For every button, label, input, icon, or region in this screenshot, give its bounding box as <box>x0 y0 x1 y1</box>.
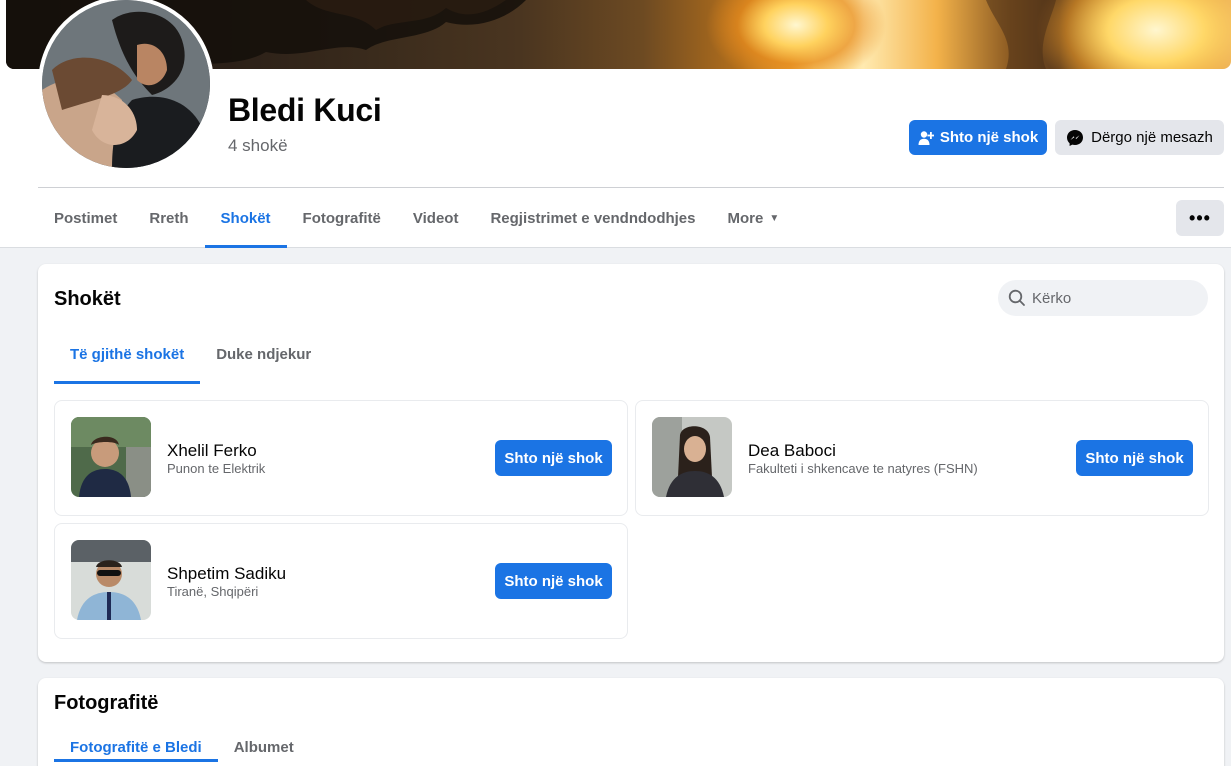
send-message-label: Dërgo një mesazh <box>1091 129 1213 146</box>
friend-tile: Shpetim Sadiku Tiranë, Shqipëri Shto një… <box>54 523 628 639</box>
add-friend-label: Shto një shok <box>939 129 1039 146</box>
profile-avatar[interactable] <box>38 0 214 172</box>
friend-name[interactable]: Dea Baboci <box>748 441 836 461</box>
friend-add-button[interactable]: Shto një shok <box>495 440 612 476</box>
friend-avatar[interactable] <box>652 417 732 497</box>
friend-subtitle: Punon te Elektrik <box>167 461 266 476</box>
more-dots-icon: ••• <box>1189 207 1211 228</box>
search-input[interactable] <box>1032 289 1192 307</box>
tab-regjistrimet[interactable]: Regjistrimet e vendndodhjes <box>474 188 711 248</box>
tab-postimet[interactable]: Postimet <box>38 188 133 248</box>
photos-subtabs: Fotografitë e Bledi Albumet <box>54 732 310 762</box>
subtab-albums[interactable]: Albumet <box>218 732 310 762</box>
friend-count[interactable]: 4 shokë <box>228 136 288 156</box>
friend-name[interactable]: Xhelil Ferko <box>167 441 257 461</box>
more-options-button[interactable]: ••• <box>1176 200 1224 236</box>
profile-header: Bledi Kuci 4 shokë Shto një shok Dërgo n… <box>0 0 1231 248</box>
friend-avatar[interactable] <box>71 540 151 620</box>
photos-title: Fotografitë <box>54 692 159 714</box>
profile-name: Bledi Kuci <box>228 92 382 128</box>
photos-card: Fotografitë Fotografitë e Bledi Albumet <box>38 678 1224 766</box>
friend-subtitle: Tiranë, Shqipëri <box>167 584 259 599</box>
friend-avatar[interactable] <box>71 417 151 497</box>
add-friend-button[interactable]: Shto një shok <box>909 120 1047 155</box>
search-icon <box>1008 289 1025 306</box>
profile-picture <box>42 0 210 168</box>
tab-videot[interactable]: Videot <box>397 188 475 248</box>
messenger-icon <box>1067 129 1084 146</box>
subtab-all-friends[interactable]: Të gjithë shokët <box>54 324 201 384</box>
tab-shoket[interactable]: Shokët <box>204 188 287 248</box>
add-friend-icon <box>918 130 934 145</box>
friend-subtitle: Fakulteti i shkencave te natyres (FSHN) <box>748 461 978 476</box>
friend-name[interactable]: Shpetim Sadiku <box>167 564 286 584</box>
friend-tile: Dea Baboci Fakulteti i shkencave te naty… <box>635 400 1209 516</box>
send-message-button[interactable]: Dërgo një mesazh <box>1055 120 1224 155</box>
caret-down-icon: ▼ <box>769 212 780 224</box>
friend-add-button[interactable]: Shto një shok <box>495 563 612 599</box>
subtab-bledi-photos[interactable]: Fotografitë e Bledi <box>54 732 218 762</box>
tab-rreth[interactable]: Rreth <box>133 188 204 248</box>
friends-search[interactable] <box>998 280 1208 316</box>
friend-add-button[interactable]: Shto një shok <box>1076 440 1193 476</box>
profile-tabs: Postimet Rreth Shokët Fotografitë Videot… <box>38 188 795 248</box>
friend-tile: Xhelil Ferko Punon te Elektrik Shto një … <box>54 400 628 516</box>
tab-more[interactable]: More ▼ <box>712 188 796 248</box>
tab-fotografite[interactable]: Fotografitë <box>287 188 397 248</box>
friends-subtabs: Të gjithë shokët Duke ndjekur <box>54 324 327 384</box>
subtab-following[interactable]: Duke ndjekur <box>200 324 327 384</box>
friends-card: Shokët Të gjithë shokët Duke ndjekur Xhe… <box>38 264 1224 662</box>
friends-title: Shokët <box>54 288 121 310</box>
